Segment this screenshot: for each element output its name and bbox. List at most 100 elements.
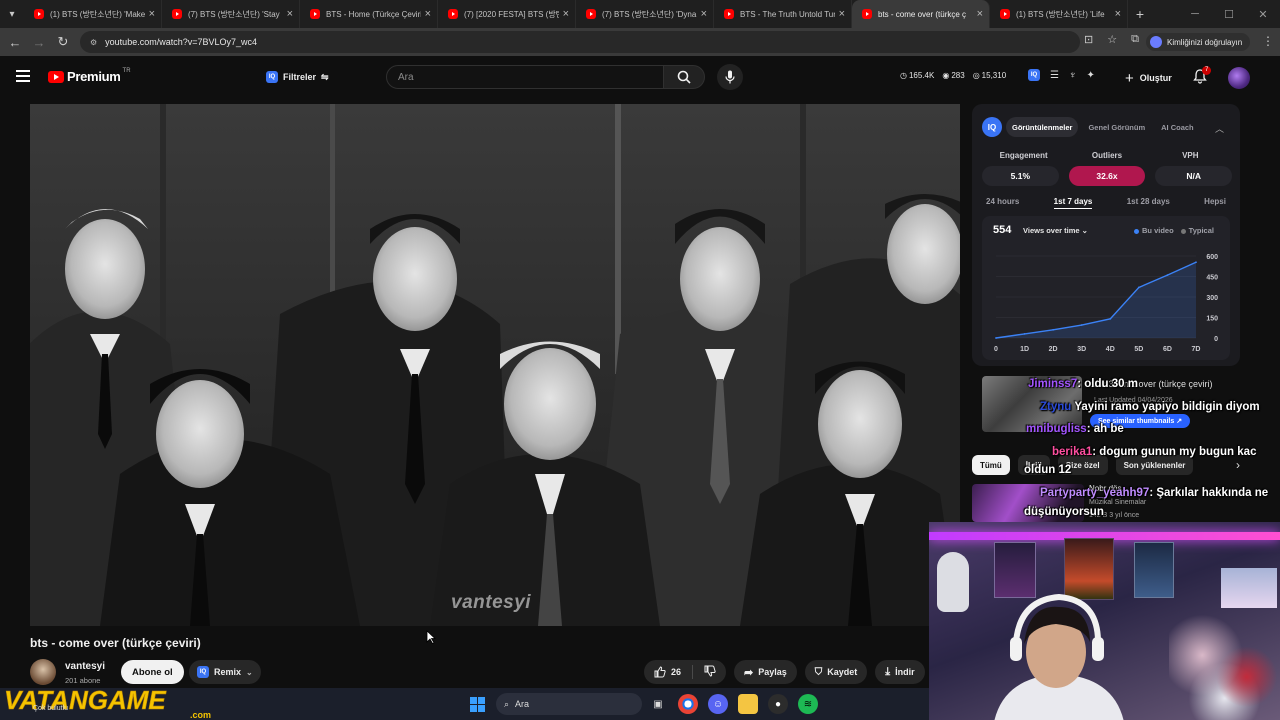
voice-search-button[interactable] — [717, 64, 743, 90]
tab-overview[interactable]: Genel Görünüm — [1082, 117, 1151, 137]
chat-message: oldun 12 — [1024, 464, 1072, 476]
close-tab-icon[interactable]: × — [1115, 8, 1121, 20]
chevron-right-icon[interactable]: › — [1236, 458, 1240, 472]
chart-x-tick-label: 3D — [1077, 346, 1086, 353]
task-view-icon[interactable]: ▣ — [648, 694, 668, 714]
search-button[interactable] — [663, 65, 705, 89]
close-tab-icon[interactable]: × — [839, 8, 845, 20]
windows-start-icon[interactable] — [470, 697, 485, 712]
youtube-header: Premium TR IQ Filtreler ⇋ Ara ◷ 165.4K ◉ 2… — [0, 56, 1280, 100]
notifications-button[interactable]: 7 — [1193, 66, 1212, 89]
tab-list-chevron-icon[interactable]: ▾ — [0, 0, 24, 28]
weather-text: Çok bulutlu — [33, 705, 69, 712]
taskbar-search[interactable]: ⌕ Ara — [496, 693, 642, 715]
range-all[interactable]: Hepsi — [1204, 197, 1226, 209]
browser-tab[interactable]: (1) BTS (방탄소년단) 'Make × — [24, 0, 162, 28]
chat-message: Ztynu Yayini ramo yapiyo bildigin diyom — [1040, 401, 1260, 413]
discord-icon[interactable]: ☺ — [708, 694, 728, 714]
close-tab-icon[interactable]: × — [563, 8, 569, 20]
browser-tab-active[interactable]: bts - come over (türkçe ç × — [852, 0, 990, 28]
remix-button[interactable]: IQ Remix ⌄ — [189, 660, 261, 684]
reload-icon[interactable]: ↻ — [51, 34, 75, 50]
chip-all[interactable]: Tümü — [972, 455, 1010, 475]
browser-tab[interactable]: BTS - Home (Türkçe Çeviri) × — [300, 0, 438, 28]
divider — [692, 665, 694, 679]
video-player[interactable]: vantesyi — [30, 104, 960, 626]
browser-tab[interactable]: BTS - The Truth Untold Tur × — [714, 0, 852, 28]
like-button[interactable]: 26 — [654, 666, 681, 678]
streamer-image — [994, 593, 1124, 720]
chart-area-fill — [996, 262, 1196, 338]
address-bar[interactable]: ⚙ youtube.com/watch?v=7BVLOy7_wc4 — [80, 31, 1080, 53]
obs-icon[interactable]: ● — [768, 694, 788, 714]
trophy-icon[interactable]: ♆ — [1069, 70, 1077, 81]
chrome-icon[interactable] — [678, 694, 698, 714]
views-chart: 0 150 300 450 600 0 1D 2D 3D 4D 5D 6D 7D — [994, 254, 1218, 353]
chart-data-point — [1137, 286, 1140, 289]
bookmark-star-icon[interactable]: ☆ — [1107, 33, 1117, 46]
account-avatar[interactable] — [1228, 67, 1250, 89]
file-explorer-icon[interactable] — [738, 694, 758, 714]
create-button[interactable]: + Oluştur — [1117, 67, 1180, 89]
poster — [1134, 542, 1174, 598]
browser-tab[interactable]: (7) BTS (방탄소년단) 'Stay × — [162, 0, 300, 28]
share-arrow-icon: ➦ — [744, 666, 754, 679]
recommendation-chips: Tümü İlgili Size özel Son yüklenenler › — [972, 455, 1240, 475]
search-input[interactable]: Ara — [386, 65, 664, 89]
dislike-button[interactable] — [704, 665, 716, 679]
like-dislike-group: 26 — [644, 660, 727, 684]
install-icon[interactable]: ⊡ — [1084, 33, 1093, 46]
new-tab-button[interactable]: + — [1128, 6, 1152, 22]
close-tab-icon[interactable]: × — [977, 8, 983, 20]
share-button[interactable]: ➦ Paylaş — [734, 660, 797, 684]
youtube-premium-logo[interactable]: Premium TR — [48, 68, 131, 84]
channel-name[interactable]: vantesyi — [65, 661, 105, 672]
tab-ai-coach[interactable]: AI Coach — [1155, 117, 1200, 137]
extensions-puzzle-icon[interactable]: ⧉ — [1131, 33, 1139, 46]
chevron-down-icon: ⌄ — [1081, 226, 1088, 235]
filters-button[interactable]: IQ Filtreler ⇋ — [258, 66, 337, 88]
sparkle-icon[interactable]: ✦ — [1086, 70, 1094, 81]
maximize-icon[interactable]: ☐ — [1212, 8, 1246, 21]
range-24h[interactable]: 24 hours — [986, 197, 1019, 209]
sliders-icon: ⇋ — [321, 71, 329, 82]
site-info-icon[interactable]: ⚙ — [90, 38, 97, 47]
chevron-up-icon[interactable]: ︿ — [1215, 122, 1224, 135]
subscribe-button[interactable]: Abone ol — [121, 660, 184, 684]
close-tab-icon[interactable]: × — [701, 8, 707, 20]
tab-views[interactable]: Görüntülenmeler — [1006, 117, 1079, 137]
channel-avatar[interactable] — [30, 659, 56, 685]
browser-tab[interactable]: (1) BTS (방탄소년단) 'Life × — [990, 0, 1128, 28]
close-tab-icon[interactable]: × — [425, 8, 431, 20]
close-tab-icon[interactable]: × — [149, 8, 155, 20]
close-tab-icon[interactable]: × — [287, 8, 293, 20]
browser-menu-icon[interactable]: ⋮ — [1262, 34, 1274, 48]
views-over-time-dropdown[interactable]: Views over time ⌄ — [1023, 226, 1088, 235]
hamburger-menu-icon[interactable] — [16, 70, 30, 85]
download-button[interactable]: ⤓ İndir — [875, 660, 925, 684]
metric-value-engagement: 5.1% — [982, 166, 1059, 186]
metric-label-engagement: Engagement — [999, 151, 1048, 160]
save-button[interactable]: ⛉ Kaydet — [804, 660, 868, 684]
chart-x-tick-label: 2D — [1049, 346, 1058, 353]
chat-message: düşünüyorsun — [1024, 506, 1104, 518]
range-28d[interactable]: 1st 28 days — [1127, 197, 1170, 209]
range-7d[interactable]: 1st 7 days — [1053, 197, 1093, 209]
back-arrow-icon[interactable]: ← — [3, 35, 27, 50]
time-range-tabs: 24 hours 1st 7 days 1st 28 days Hepsi — [986, 197, 1226, 209]
browser-tab[interactable]: (7) [2020 FESTA] BTS (방탄 × — [438, 0, 576, 28]
vidiq-tabs: IQ Görüntülenmeler Genel Görünüm AI Coac… — [982, 117, 1200, 137]
list-icon[interactable]: ☰ — [1050, 70, 1059, 81]
profile-button[interactable]: Kimliğinizi doğrulayın — [1146, 33, 1251, 51]
vidiq-icon[interactable]: IQ — [1028, 69, 1040, 81]
spotify-icon[interactable]: ≋ — [798, 694, 818, 714]
close-window-icon[interactable]: ✕ — [1246, 8, 1280, 21]
chat-message: mnibugliss: ah be — [1026, 423, 1124, 435]
browser-tab[interactable]: (7) BTS (방탄소년단) 'Dyna × — [576, 0, 714, 28]
download-icon: ⤓ — [885, 665, 891, 678]
youtube-favicon-icon — [310, 9, 320, 19]
chip-recent[interactable]: Son yüklenenler — [1115, 455, 1194, 475]
chart-data-point — [1166, 274, 1169, 277]
minimize-icon[interactable]: ─ — [1178, 8, 1212, 20]
forward-arrow-icon[interactable]: → — [27, 35, 51, 50]
